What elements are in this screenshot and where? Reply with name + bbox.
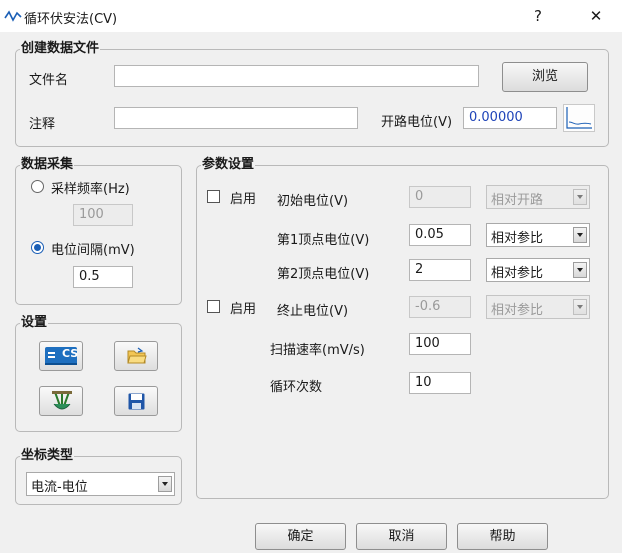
electrode-icon bbox=[51, 390, 73, 416]
vertex2-ref-select[interactable]: 相对参比 bbox=[486, 258, 590, 282]
enable-initial-label: 启用 bbox=[230, 192, 257, 207]
chevron-down-icon bbox=[573, 227, 587, 243]
browse-button[interactable]: 浏览 bbox=[502, 62, 588, 92]
enable-final-label: 启用 bbox=[230, 302, 257, 317]
initial-ref-value: 相对开路 bbox=[491, 193, 544, 208]
electrode-button[interactable] bbox=[39, 386, 83, 416]
scan-rate-input[interactable]: 100 bbox=[409, 333, 471, 355]
close-button[interactable]: ✕ bbox=[583, 4, 609, 28]
coordinate-legend: 坐标类型 bbox=[21, 448, 74, 463]
vertex1-ref-value: 相对参比 bbox=[491, 231, 544, 246]
acquisition-legend: 数据采集 bbox=[21, 157, 74, 172]
initial-potential-label: 初始电位(V) bbox=[277, 194, 349, 209]
enable-final-checkbox[interactable] bbox=[207, 300, 220, 313]
save-button[interactable] bbox=[114, 386, 158, 416]
coordinate-value: 电流-电位 bbox=[31, 480, 88, 495]
filename-label: 文件名 bbox=[29, 73, 69, 88]
sample-rate-label: 采样频率(Hz) bbox=[51, 182, 130, 197]
scan-rate-label: 扫描速率(mV/s) bbox=[270, 343, 365, 358]
help-button[interactable]: 帮助 bbox=[457, 523, 548, 550]
initial-potential-input[interactable]: 0 bbox=[409, 186, 471, 208]
params-group: 参数设置 bbox=[196, 158, 609, 499]
interval-input[interactable]: 0.5 bbox=[73, 266, 133, 288]
vertex1-label: 第1顶点电位(V) bbox=[277, 233, 370, 248]
cs-device-button[interactable]: CS bbox=[39, 341, 83, 371]
cycles-label: 循环次数 bbox=[270, 380, 323, 395]
final-potential-label: 终止电位(V) bbox=[277, 304, 349, 319]
ocp-value: 0.00000 bbox=[463, 107, 557, 129]
open-folder-icon bbox=[127, 347, 147, 369]
vertex1-input[interactable]: 0.05 bbox=[409, 224, 471, 246]
window-title: 循环伏安法(CV) bbox=[24, 12, 118, 27]
chevron-down-icon bbox=[158, 476, 172, 492]
create-file-group: 创建数据文件 bbox=[15, 42, 609, 147]
ocp-curve-icon[interactable] bbox=[563, 104, 595, 136]
vertex2-label: 第2顶点电位(V) bbox=[277, 267, 370, 282]
comment-input[interactable] bbox=[114, 107, 358, 129]
save-disk-icon bbox=[128, 393, 145, 414]
ok-button[interactable]: 确定 bbox=[255, 523, 346, 550]
cv-wave-icon bbox=[4, 9, 22, 27]
chevron-down-icon bbox=[573, 262, 587, 278]
final-potential-input[interactable]: -0.6 bbox=[409, 296, 471, 318]
chevron-down-icon bbox=[573, 299, 587, 315]
vertex2-ref-value: 相对参比 bbox=[491, 266, 544, 281]
params-legend: 参数设置 bbox=[202, 157, 255, 172]
coordinate-select[interactable]: 电流-电位 bbox=[26, 472, 175, 496]
final-ref-value: 相对参比 bbox=[491, 303, 544, 318]
cycles-input[interactable]: 10 bbox=[409, 372, 471, 394]
vertex1-ref-select[interactable]: 相对参比 bbox=[486, 223, 590, 247]
settings-legend: 设置 bbox=[21, 315, 48, 330]
comment-label: 注释 bbox=[29, 117, 56, 132]
filename-input[interactable] bbox=[114, 65, 479, 87]
vertex2-input[interactable]: 2 bbox=[409, 259, 471, 281]
sample-rate-radio[interactable] bbox=[31, 180, 44, 193]
cancel-button[interactable]: 取消 bbox=[356, 523, 447, 550]
interval-radio[interactable] bbox=[31, 241, 44, 254]
create-file-legend: 创建数据文件 bbox=[21, 41, 100, 56]
help-title-button[interactable]: ? bbox=[525, 4, 551, 28]
chevron-down-icon bbox=[573, 189, 587, 205]
final-ref-select[interactable]: 相对参比 bbox=[486, 295, 590, 319]
enable-initial-checkbox[interactable] bbox=[207, 190, 220, 203]
sample-rate-input[interactable]: 100 bbox=[73, 204, 133, 226]
open-folder-button[interactable] bbox=[114, 341, 158, 371]
cs-badge-text: CS bbox=[62, 347, 79, 360]
initial-ref-select[interactable]: 相对开路 bbox=[486, 185, 590, 209]
ocp-label: 开路电位(V) bbox=[381, 115, 453, 130]
interval-label: 电位间隔(mV) bbox=[51, 243, 135, 258]
